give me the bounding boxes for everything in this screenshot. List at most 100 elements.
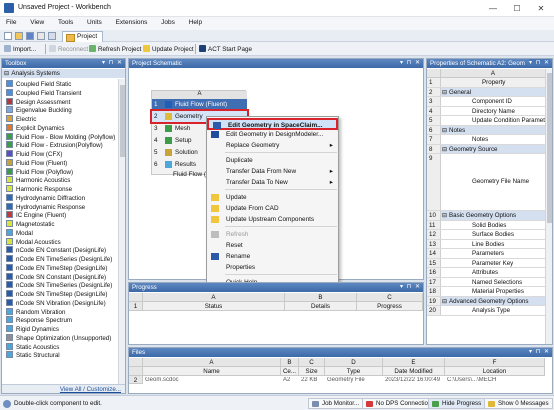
menu-tools[interactable]: Tools <box>52 17 79 26</box>
property-row-parameters[interactable]: 14 Parameters <box>427 249 546 259</box>
toolbox-item-shape-optimization-unsupported[interactable]: Shape Optimization (Unsupported) <box>6 333 111 343</box>
toolbox-item-ncode-sn-constant-designlife[interactable]: nCode SN Constant (DesignLife) <box>6 272 106 282</box>
panel-controls-icon[interactable]: ▾ ⊓ ✕ <box>102 59 123 66</box>
menu-item-rename[interactable]: Rename <box>207 251 338 262</box>
toolbox-item-ncode-sn-vibration-designlife[interactable]: nCode SN Vibration (DesignLife) <box>6 298 106 308</box>
toolbox-item-fluid-flow-cfx[interactable]: Fluid Flow (CFX) <box>6 150 62 159</box>
new-file-icon[interactable] <box>4 32 12 40</box>
panel-controls-icon[interactable]: ▾ ⊓ ✕ <box>400 59 421 66</box>
show-messages-button[interactable]: Show 0 Messages <box>484 398 553 409</box>
property-row-analysis-type[interactable]: 20 Analysis Type <box>427 306 546 316</box>
menu-item-replace-geometry[interactable]: Replace Geometry ▸ <box>207 140 338 151</box>
save-as-icon[interactable] <box>37 32 45 40</box>
property-row-advanced-geometry-options[interactable]: 19 ⊟ Advanced Geometry Options <box>427 296 546 306</box>
dps-connection-button[interactable]: No DPS Connection <box>362 398 436 409</box>
toolbox-item-modal-acoustics[interactable]: Modal Acoustics <box>6 237 61 247</box>
toolbox-item-fluid-flow-blow-molding-polyflow[interactable]: Fluid Flow - Blow Molding (Polyflow) <box>6 132 115 142</box>
files-header-date-modified[interactable]: Date Modified <box>383 367 445 376</box>
toolbox-item-fluid-flow-extrusion-polyflow[interactable]: Fluid Flow - Extrusion(Polyflow) <box>6 141 103 150</box>
files-header-location[interactable]: Location <box>445 367 545 376</box>
toolbox-item-coupled-field-transient[interactable]: Coupled Field Transient <box>6 88 81 98</box>
toolbox-item-electric[interactable]: Electric <box>6 115 36 124</box>
analysis-systems-group[interactable]: ⊟ Analysis Systems <box>2 69 125 78</box>
menu-item-edit-geometry-in-designmodeler[interactable]: Edit Geometry in DesignModeler... <box>207 129 338 140</box>
property-row-material-properties[interactable]: 18 Material Properties <box>427 287 546 297</box>
panel-controls-icon[interactable]: ▾ ⊓ ✕ <box>400 283 421 290</box>
menu-item-reset[interactable]: Reset <box>207 240 338 251</box>
toolbox-item-explicit-dynamics[interactable]: Explicit Dynamics <box>6 123 64 133</box>
property-row-attributes[interactable]: 16 Attributes <box>427 268 546 278</box>
open-folder-icon[interactable] <box>15 32 23 40</box>
menu-view[interactable]: View <box>24 17 50 26</box>
files-header-size[interactable]: Size <box>299 367 325 376</box>
panel-controls-icon[interactable]: ▾ ⊓ ✕ <box>528 59 550 66</box>
collapse-icon[interactable]: ⊟ <box>4 70 10 77</box>
properties-scrollbar[interactable] <box>545 69 552 344</box>
toolbox-item-ncode-en-constant-designlife[interactable]: nCode EN Constant (DesignLife) <box>6 246 106 255</box>
property-row-general[interactable]: 2 ⊟ General <box>427 87 546 97</box>
menu-help[interactable]: Help <box>183 17 208 26</box>
archive-icon[interactable] <box>48 32 56 40</box>
property-row-named-selections[interactable]: 17 Named Selections <box>427 277 546 287</box>
act-start-page-button[interactable]: ACT Start Page <box>199 45 252 53</box>
toolbox-item-hydrodynamic-diffraction[interactable]: Hydrodynamic Diffraction <box>6 193 85 203</box>
menu-file[interactable]: File <box>0 17 22 26</box>
toolbox-item-ncode-en-timeseries-designlife[interactable]: nCode EN TimeSeries (DesignLife) <box>6 255 112 264</box>
property-row-notes[interactable]: 6 ⊟ Notes <box>427 125 546 135</box>
toolbox-item-harmonic-acoustics[interactable]: Harmonic Acoustics <box>6 176 70 185</box>
toolbox-item-fluid-flow-polyflow[interactable]: Fluid Flow (Polyflow) <box>6 167 73 177</box>
toolbox-item-magnetostatic[interactable]: Magnetostatic <box>6 220 55 229</box>
toolbox-item-response-spectrum[interactable]: Response Spectrum <box>6 316 72 325</box>
files-header-ce[interactable]: Ce... <box>281 367 299 376</box>
scroll-thumb[interactable] <box>120 85 125 157</box>
menu-units[interactable]: Units <box>81 17 108 26</box>
import-button[interactable]: Import... <box>4 45 36 53</box>
toolbox-item-fluid-flow-fluent[interactable]: Fluid Flow (Fluent) <box>6 158 67 168</box>
menu-item-duplicate[interactable]: Duplicate <box>207 155 338 166</box>
property-row-geometry-file-name[interactable]: 9 Geometry File Name <box>427 154 546 211</box>
files-cell[interactable]: A2 <box>283 377 298 384</box>
update-project-button[interactable]: Update Project <box>143 45 194 53</box>
menu-item-transfer-data-from-new[interactable]: Transfer Data From New ▸ <box>207 166 338 177</box>
tab-project[interactable]: Project <box>62 31 104 42</box>
progress-column-header[interactable]: Progress <box>357 302 423 311</box>
system-caption[interactable]: Fluid Flow (F <box>173 171 210 178</box>
save-icon[interactable] <box>26 32 34 40</box>
toolbox-item-design-assessment[interactable]: Design Assessment <box>6 97 70 107</box>
files-cell[interactable]: C:\Users\...\MECH <box>447 377 544 384</box>
toolbox-item-random-vibration[interactable]: Random Vibration <box>6 307 65 317</box>
toolbox-item-ncode-sn-timestep-designlife[interactable]: nCode SN TimeStep (DesignLife) <box>6 290 107 299</box>
files-cell[interactable]: 2023/12/22 16:00:49 <box>385 377 444 384</box>
panel-controls-icon[interactable]: ▾ ⊓ ✕ <box>529 348 550 355</box>
maximize-icon[interactable]: ☐ <box>506 1 528 16</box>
toolbox-item-ic-engine-fluent[interactable]: IC Engine (Fluent) <box>6 211 66 220</box>
collapse-icon[interactable]: ⊟ <box>442 89 447 96</box>
system-cell-fluid-flow-fluent[interactable]: 1 Fluid Flow (Fluent) <box>152 99 247 110</box>
reconnect-button[interactable]: Reconnect <box>49 45 88 53</box>
collapse-icon[interactable]: ⊟ <box>442 298 447 305</box>
toolbox-item-coupled-field-static[interactable]: Coupled Field Static <box>6 80 71 89</box>
hide-progress-button[interactable]: Hide Progress <box>428 398 486 409</box>
property-row-update-condition-parameter[interactable]: 5 Update Condition Parameter <box>427 116 550 126</box>
details-column-header[interactable]: Details <box>285 302 357 311</box>
property-row-notes[interactable]: 7 Notes <box>427 135 546 145</box>
job-monitor-button[interactable]: Job Monitor... <box>308 398 364 409</box>
toolbox-item-eigenvalue-buckling[interactable]: Eigenvalue Buckling <box>6 106 72 115</box>
menu-extensions[interactable]: Extensions <box>110 17 154 26</box>
toolbox-item-static-acoustics[interactable]: Static Acoustics <box>6 342 59 352</box>
toolbox-item-modal[interactable]: Modal <box>6 228 33 238</box>
property-row-basic-geometry-options[interactable]: 10 ⊟ Basic Geometry Options <box>427 211 546 221</box>
collapse-icon[interactable]: ⊟ <box>442 146 447 153</box>
toolbox-item-ncode-en-timestep-designlife[interactable]: nCode EN TimeStep (DesignLife) <box>6 263 107 273</box>
status-column-header[interactable]: Status <box>143 302 285 311</box>
scroll-thumb[interactable] <box>547 73 552 223</box>
refresh-project-button[interactable]: Refresh Project <box>89 45 141 53</box>
files-header-name[interactable]: Name <box>143 367 281 376</box>
toolbox-item-static-structural[interactable]: Static Structural <box>6 351 60 360</box>
files-header-type[interactable]: Type <box>325 367 383 376</box>
files-cell[interactable]: Geom.scdoc <box>145 377 280 384</box>
toolbox-item-hydrodynamic-response[interactable]: Hydrodynamic Response <box>6 202 85 212</box>
toolbox-item-ncode-sn-timeseries-designlife[interactable]: nCode SN TimeSeries (DesignLife) <box>6 281 112 290</box>
collapse-icon[interactable]: ⊟ <box>442 212 447 219</box>
toolbox-item-harmonic-response[interactable]: Harmonic Response <box>6 185 72 194</box>
